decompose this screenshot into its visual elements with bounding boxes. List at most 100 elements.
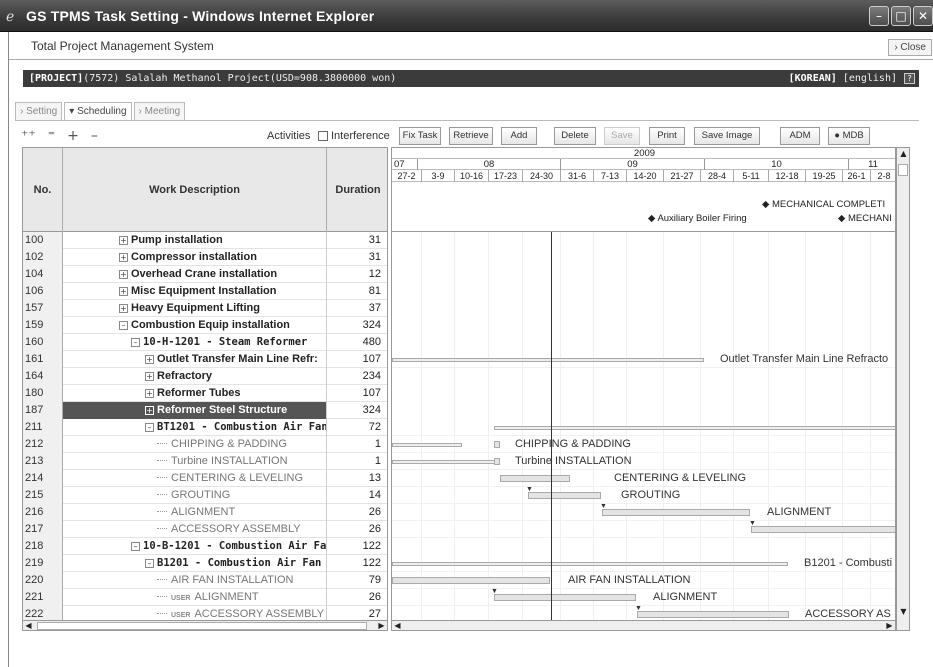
- table-row[interactable]: 217 ACCESSORY ASSEMBLY 26: [23, 521, 387, 538]
- table-row[interactable]: 100 + Pump installation 31: [23, 232, 387, 249]
- task-bar[interactable]: [392, 577, 550, 584]
- task-bar[interactable]: [751, 526, 895, 533]
- scroll-down-icon[interactable]: ▼: [898, 607, 909, 616]
- table-row[interactable]: 159– Combustion Equip installation 324: [23, 317, 387, 334]
- task-bar[interactable]: [494, 426, 895, 430]
- milestone[interactable]: ◆ Auxiliary Boiler Firing: [648, 212, 747, 226]
- collapse-toggle-icon[interactable]: –: [131, 542, 140, 551]
- table-row[interactable]: 161 + Outlet Transfer Main Line Refr: 107: [23, 351, 387, 368]
- help-icon[interactable]: ?: [904, 73, 915, 84]
- expand-toggle-icon[interactable]: +: [145, 372, 154, 381]
- expand-toggle-icon[interactable]: +: [119, 270, 128, 279]
- table-row[interactable]: 160–10-H-1201 - Steam Reformer 480: [23, 334, 387, 351]
- table-row[interactable]: 106 + Misc Equipment Installation 81: [23, 283, 387, 300]
- scroll-up-icon[interactable]: ▲: [898, 149, 909, 158]
- table-row[interactable]: 213 Turbine INSTALLATION 1: [23, 453, 387, 470]
- print-button[interactable]: Print: [649, 127, 685, 145]
- table-row[interactable]: 164 + Refractory 234: [23, 368, 387, 385]
- tab-meeting[interactable]: › Meeting: [133, 102, 186, 120]
- retrieve-button[interactable]: Retrieve: [449, 127, 493, 145]
- save-button[interactable]: Save: [604, 127, 640, 145]
- task-bar[interactable]: [392, 443, 462, 447]
- table-row[interactable]: 220 AIR FAN INSTALLATION 79: [23, 572, 387, 589]
- table-row[interactable]: 212 CHIPPING & PADDING 1: [23, 436, 387, 453]
- collapse-toggle-icon[interactable]: –: [145, 423, 154, 432]
- task-bar[interactable]: [637, 611, 789, 618]
- save-image-button[interactable]: Save Image: [694, 127, 760, 145]
- task-bar[interactable]: [500, 475, 570, 482]
- table-row[interactable]: 218–10-B-1201 - Combustion Air Fa 122: [23, 538, 387, 555]
- table-row[interactable]: 211– BT1201 - Combustion Air Fan 72: [23, 419, 387, 436]
- collapse-toggle-icon[interactable]: –: [119, 321, 128, 330]
- tab-scheduling[interactable]: ▾ Scheduling: [64, 102, 132, 120]
- lang-english-link[interactable]: [english]: [843, 73, 897, 84]
- grid-horizontal-scrollbar[interactable]: ◀ ▶: [22, 620, 388, 631]
- expand-toggle-icon[interactable]: +: [119, 287, 128, 296]
- delete-button[interactable]: Delete: [554, 127, 596, 145]
- collapse-icon[interactable]: –: [91, 128, 98, 144]
- week-label: 7-13: [593, 170, 626, 182]
- column-header-no[interactable]: No.: [23, 148, 63, 232]
- milestone[interactable]: ◆ MECHANICAL COMPLETI: [762, 198, 885, 212]
- row-duration: 37: [368, 302, 381, 314]
- table-row[interactable]: 214 CENTERING & LEVELING 13: [23, 470, 387, 487]
- scroll-left-icon[interactable]: ◀: [392, 621, 403, 630]
- mdb-button[interactable]: ● MDB: [828, 127, 870, 145]
- expand-toggle-icon[interactable]: +: [119, 304, 128, 313]
- close-window-icon[interactable]: ✕: [913, 6, 933, 26]
- close-button[interactable]: › Close: [888, 39, 932, 56]
- interference-checkbox[interactable]: [318, 131, 328, 141]
- tab-setting[interactable]: › Setting: [15, 102, 63, 120]
- table-row[interactable]: 216 ALIGNMENT 26: [23, 504, 387, 521]
- table-row[interactable]: 215 GROUTING 14: [23, 487, 387, 504]
- expand-icon[interactable]: +: [67, 128, 79, 144]
- gantt-vertical-scrollbar[interactable]: ▲ ▼: [896, 147, 910, 631]
- maximize-icon[interactable]: □: [891, 6, 911, 26]
- scroll-right-icon[interactable]: ▶: [884, 621, 895, 630]
- lang-korean-link[interactable]: [KOREAN]: [789, 73, 837, 84]
- collapse-toggle-icon[interactable]: –: [145, 559, 154, 568]
- adm-button[interactable]: ADM: [780, 127, 820, 145]
- task-bar[interactable]: [494, 441, 500, 448]
- expand-toggle-icon[interactable]: +: [145, 389, 154, 398]
- column-header-duration[interactable]: Duration: [327, 148, 387, 232]
- collapse-all-icon[interactable]: ⁼: [48, 128, 55, 144]
- month-label: 08: [417, 159, 560, 170]
- expand-all-icon[interactable]: ⁺⁺: [21, 128, 36, 144]
- gantt-timescale: 2009 07 08 09 10 11 27-2 3-9 10-16 17-23…: [392, 148, 895, 232]
- collapse-toggle-icon[interactable]: –: [131, 338, 140, 347]
- task-bar[interactable]: [392, 460, 496, 464]
- expand-toggle-icon[interactable]: +: [119, 236, 128, 245]
- gantt-horizontal-scrollbar[interactable]: ◀ ▶: [391, 620, 896, 631]
- scroll-left-icon[interactable]: ◀: [23, 621, 34, 630]
- scroll-right-icon[interactable]: ▶: [376, 621, 387, 630]
- task-bar[interactable]: [392, 562, 788, 566]
- diamond-icon: ◆: [648, 213, 656, 224]
- table-row[interactable]: 157 + Heavy Equipment Lifting 37: [23, 300, 387, 317]
- expand-toggle-icon[interactable]: +: [145, 406, 154, 415]
- table-row[interactable]: 104 + Overhead Crane installation 12: [23, 266, 387, 283]
- task-bar[interactable]: [392, 358, 704, 362]
- scroll-thumb[interactable]: [37, 622, 367, 630]
- scroll-thumb[interactable]: [898, 164, 908, 176]
- fix-task-button[interactable]: Fix Task: [399, 127, 441, 145]
- table-row[interactable]: 180 + Reformer Tubes 107: [23, 385, 387, 402]
- window-controls: – □ ✕: [869, 6, 933, 26]
- minimize-icon[interactable]: –: [869, 6, 889, 26]
- interference-toggle[interactable]: Interference: [318, 130, 390, 142]
- task-bar[interactable]: [494, 458, 500, 465]
- table-row[interactable]: 219– B1201 - Combustion Air Fan 122: [23, 555, 387, 572]
- row-duration: 81: [368, 285, 381, 297]
- task-bar[interactable]: [602, 509, 750, 516]
- table-row-selected[interactable]: 187 + Reformer Steel Structure 324: [23, 402, 387, 419]
- table-row[interactable]: 221 USER ALIGNMENT 26: [23, 589, 387, 606]
- row-title: Refractory: [157, 370, 213, 382]
- table-row[interactable]: 102 + Compressor installation 31: [23, 249, 387, 266]
- expand-toggle-icon[interactable]: +: [119, 253, 128, 262]
- task-bar[interactable]: [528, 492, 601, 499]
- add-button[interactable]: Add: [501, 127, 537, 145]
- task-bar[interactable]: [494, 594, 636, 601]
- milestone[interactable]: ◆ MECHANI: [838, 212, 892, 226]
- expand-toggle-icon[interactable]: +: [145, 355, 154, 364]
- column-header-description[interactable]: Work Description: [63, 148, 327, 232]
